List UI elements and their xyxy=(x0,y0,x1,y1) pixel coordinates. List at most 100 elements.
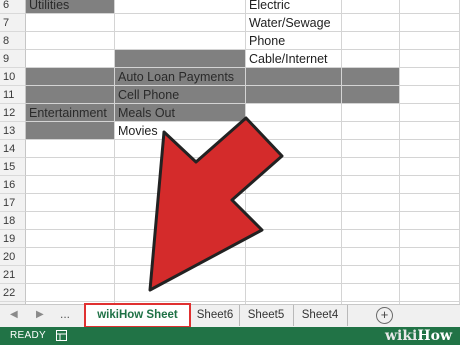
table-cell[interactable] xyxy=(400,140,460,158)
table-cell[interactable] xyxy=(342,68,400,86)
table-cell[interactable] xyxy=(246,284,342,302)
table-cell[interactable] xyxy=(400,248,460,266)
table-cell[interactable] xyxy=(26,194,115,212)
table-cell[interactable] xyxy=(400,32,460,50)
table-cell[interactable] xyxy=(342,50,400,68)
table-cell[interactable] xyxy=(342,176,400,194)
table-cell[interactable]: Auto Loan Payments xyxy=(115,68,246,86)
table-cell[interactable] xyxy=(342,248,400,266)
table-cell[interactable] xyxy=(115,212,246,230)
table-cell[interactable] xyxy=(26,32,115,50)
table-cell[interactable] xyxy=(400,50,460,68)
row-header[interactable]: 8 xyxy=(0,32,26,50)
row-header[interactable]: 18 xyxy=(0,212,26,230)
table-cell[interactable] xyxy=(400,230,460,248)
table-cell[interactable]: Entertainment xyxy=(26,104,115,122)
table-cell[interactable]: Meals Out xyxy=(115,104,246,122)
table-cell[interactable] xyxy=(342,140,400,158)
table-cell[interactable] xyxy=(342,212,400,230)
row-header[interactable]: 11 xyxy=(0,86,26,104)
table-cell[interactable] xyxy=(26,14,115,32)
table-cell[interactable] xyxy=(400,284,460,302)
table-cell[interactable] xyxy=(246,194,342,212)
table-cell[interactable] xyxy=(342,266,400,284)
table-cell[interactable] xyxy=(342,32,400,50)
table-cell[interactable] xyxy=(400,0,460,14)
table-cell[interactable] xyxy=(342,0,400,14)
triangle-right-icon[interactable]: ▶ xyxy=(36,309,44,320)
table-cell[interactable] xyxy=(26,68,115,86)
table-cell[interactable] xyxy=(246,266,342,284)
table-cell[interactable]: Cable/Internet xyxy=(246,50,342,68)
tab-sheet5[interactable]: Sheet5 xyxy=(239,305,294,326)
table-cell[interactable] xyxy=(400,158,460,176)
table-cell[interactable] xyxy=(400,122,460,140)
table-cell[interactable] xyxy=(246,248,342,266)
table-cell[interactable]: Water/Sewage xyxy=(246,14,342,32)
table-cell[interactable] xyxy=(115,32,246,50)
table-cell[interactable] xyxy=(246,140,342,158)
table-cell[interactable] xyxy=(246,104,342,122)
table-cell[interactable] xyxy=(115,194,246,212)
row-header[interactable]: 22 xyxy=(0,284,26,302)
row-header[interactable]: 12 xyxy=(0,104,26,122)
table-cell[interactable] xyxy=(26,176,115,194)
table-cell[interactable] xyxy=(26,50,115,68)
table-cell[interactable] xyxy=(26,266,115,284)
tab-sheet6[interactable]: Sheet6 xyxy=(191,305,240,326)
row-header[interactable]: 17 xyxy=(0,194,26,212)
table-cell[interactable] xyxy=(400,194,460,212)
table-cell[interactable] xyxy=(400,104,460,122)
table-cell[interactable] xyxy=(26,284,115,302)
table-cell[interactable] xyxy=(26,86,115,104)
table-cell[interactable] xyxy=(115,266,246,284)
table-cell[interactable] xyxy=(342,194,400,212)
table-cell[interactable] xyxy=(115,140,246,158)
row-header[interactable]: 20 xyxy=(0,248,26,266)
row-header[interactable]: 16 xyxy=(0,176,26,194)
table-cell[interactable] xyxy=(115,284,246,302)
row-header[interactable]: 19 xyxy=(0,230,26,248)
table-cell[interactable] xyxy=(246,158,342,176)
table-cell[interactable]: Electric xyxy=(246,0,342,14)
row-header[interactable]: 9 xyxy=(0,50,26,68)
table-cell[interactable] xyxy=(115,248,246,266)
table-cell[interactable] xyxy=(342,14,400,32)
table-cell[interactable]: Cell Phone xyxy=(115,86,246,104)
table-cell[interactable] xyxy=(246,86,342,104)
row-header[interactable]: 15 xyxy=(0,158,26,176)
table-cell[interactable]: Movies xyxy=(115,122,246,140)
table-cell[interactable] xyxy=(26,230,115,248)
table-cell[interactable] xyxy=(400,212,460,230)
tab-sheet4[interactable]: Sheet4 xyxy=(293,305,348,326)
table-cell[interactable] xyxy=(342,122,400,140)
table-cell[interactable] xyxy=(26,158,115,176)
table-cell[interactable] xyxy=(342,284,400,302)
table-cell[interactable]: Phone xyxy=(246,32,342,50)
table-cell[interactable] xyxy=(342,158,400,176)
table-cell[interactable] xyxy=(26,212,115,230)
table-cell[interactable] xyxy=(246,230,342,248)
row-header[interactable]: 7 xyxy=(0,14,26,32)
table-cell[interactable] xyxy=(400,176,460,194)
table-cell[interactable] xyxy=(26,122,115,140)
table-cell[interactable] xyxy=(115,0,246,14)
spreadsheet-grid[interactable]: 6 Utilities Electric 7 Water/Sewage 8 Phone 9 Ca… xyxy=(0,0,460,304)
table-cell[interactable] xyxy=(342,104,400,122)
table-cell[interactable] xyxy=(246,68,342,86)
row-header[interactable]: 13 xyxy=(0,122,26,140)
table-cell[interactable] xyxy=(115,230,246,248)
table-cell[interactable] xyxy=(342,230,400,248)
table-cell[interactable] xyxy=(400,14,460,32)
table-cell[interactable] xyxy=(400,86,460,104)
table-cell[interactable] xyxy=(246,176,342,194)
table-cell[interactable] xyxy=(342,86,400,104)
table-cell[interactable] xyxy=(26,140,115,158)
table-cell[interactable] xyxy=(115,158,246,176)
table-cell[interactable] xyxy=(246,122,342,140)
row-header[interactable]: 10 xyxy=(0,68,26,86)
row-header[interactable]: 14 xyxy=(0,140,26,158)
row-header[interactable]: 21 xyxy=(0,266,26,284)
table-cell[interactable] xyxy=(26,248,115,266)
plus-icon[interactable]: + xyxy=(376,307,393,324)
